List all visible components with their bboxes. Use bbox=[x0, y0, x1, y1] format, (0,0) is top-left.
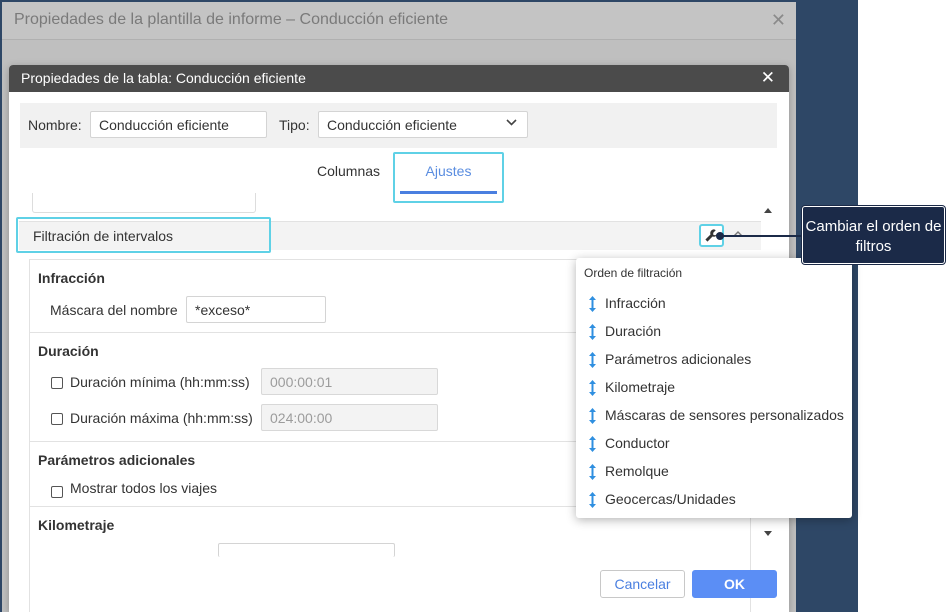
drag-arrows-icon bbox=[588, 379, 597, 400]
drag-arrows-icon bbox=[588, 491, 597, 512]
drag-arrows-icon bbox=[588, 463, 597, 484]
min-duration-input[interactable]: 000:00:01 bbox=[261, 368, 438, 395]
callout-box: Cambiar el orden de filtros bbox=[802, 206, 945, 264]
name-type-bar: Nombre: Conducción eficiente Tipo: Condu… bbox=[20, 103, 777, 148]
collapse-caret-icon[interactable] bbox=[733, 226, 743, 240]
order-item-label: Duración bbox=[605, 323, 662, 339]
scroll-up-icon[interactable] bbox=[763, 206, 773, 217]
type-label: Tipo: bbox=[279, 117, 310, 133]
type-select[interactable]: Conducción eficiente bbox=[318, 111, 528, 138]
cancel-button[interactable]: Cancelar bbox=[600, 570, 685, 598]
order-item-label: Kilometraje bbox=[605, 379, 676, 395]
callout-connector bbox=[720, 235, 803, 237]
type-select-value: Conducción eficiente bbox=[327, 117, 457, 133]
show-all-trips-checkbox[interactable] bbox=[51, 486, 63, 498]
kilometraje-input-partial[interactable] bbox=[218, 543, 395, 557]
drag-arrows-icon bbox=[588, 295, 597, 316]
chevron-down-icon bbox=[506, 117, 517, 131]
max-duration-label: Duración máxima (hh:mm:ss) bbox=[70, 410, 253, 426]
callout-anchor-dot bbox=[716, 232, 724, 240]
min-duration-label: Duración mínima (hh:mm:ss) bbox=[70, 374, 250, 390]
mask-label: Máscara del nombre bbox=[50, 302, 178, 318]
outer-close-icon[interactable]: ✕ bbox=[771, 10, 786, 31]
section-parametros-title: Parámetros adicionales bbox=[38, 452, 196, 468]
section-kilometraje-title: Kilometraje bbox=[38, 517, 115, 533]
interval-filter-title: Filtración de intervalos bbox=[33, 228, 174, 244]
interval-filter-title-box: Filtración de intervalos bbox=[16, 217, 271, 253]
order-item-label: Máscaras de sensores personalizados bbox=[605, 407, 844, 423]
outer-title-bar: Propiedades de la plantilla de informe –… bbox=[2, 2, 796, 40]
popup-title: Orden de filtración bbox=[584, 266, 683, 280]
name-input[interactable]: Conducción eficiente bbox=[90, 111, 267, 138]
callout-text: Cambiar el orden de filtros bbox=[805, 218, 942, 255]
dialog-title: Propiedades de la tabla: Conducción efic… bbox=[21, 70, 306, 86]
min-duration-checkbox[interactable] bbox=[51, 377, 63, 389]
tab-ajustes[interactable]: Ajustes bbox=[393, 152, 504, 203]
max-duration-input[interactable]: 024:00:00 bbox=[261, 404, 438, 431]
name-label: Nombre: bbox=[28, 117, 82, 133]
order-item-label: Remolque bbox=[605, 463, 669, 479]
order-item-label: Geocercas/Unidades bbox=[605, 491, 736, 507]
ok-button[interactable]: OK bbox=[692, 570, 777, 598]
drag-arrows-icon bbox=[588, 407, 597, 428]
max-duration-checkbox[interactable] bbox=[51, 413, 63, 425]
order-item-label: Conductor bbox=[605, 435, 670, 451]
dialog-close-icon[interactable]: ✕ bbox=[761, 68, 775, 88]
drag-arrows-icon bbox=[588, 323, 597, 344]
previous-field-stub bbox=[32, 193, 256, 213]
order-item-label: Parámetros adicionales bbox=[605, 351, 752, 367]
outer-window-title: Propiedades de la plantilla de informe –… bbox=[14, 11, 449, 28]
order-item-label: Infracción bbox=[605, 295, 666, 311]
section-duracion-title: Duración bbox=[38, 343, 99, 359]
tab-ajustes-label: Ajustes bbox=[425, 163, 472, 179]
dialog-title-bar: Propiedades de la tabla: Conducción efic… bbox=[9, 65, 789, 92]
section-infraccion-title: Infracción bbox=[38, 270, 105, 286]
filter-order-popup: Orden de filtración Infracción Duración … bbox=[576, 258, 852, 518]
scroll-down-icon[interactable] bbox=[763, 530, 773, 541]
drag-arrows-icon bbox=[588, 351, 597, 372]
tab-columnas[interactable]: Columnas bbox=[317, 163, 380, 179]
active-tab-underline bbox=[400, 191, 497, 194]
drag-arrows-icon bbox=[588, 435, 597, 456]
show-all-trips-label: Mostrar todos los viajes bbox=[70, 480, 218, 496]
mask-input[interactable]: *exceso* bbox=[186, 296, 326, 323]
